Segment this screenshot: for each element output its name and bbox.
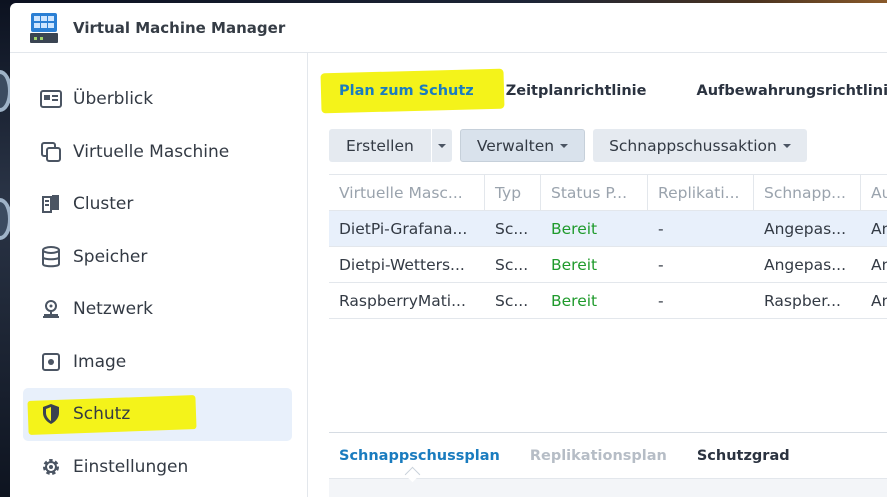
table-row[interactable]: Dietpi-Wetters... Sc... Bereit - Angepas… — [329, 247, 887, 283]
chevron-down-icon — [782, 143, 791, 148]
app-window: Virtual Machine Manager Überblick Virtue… — [10, 3, 887, 497]
virtual-machine-icon — [40, 141, 62, 163]
chevron-down-icon — [437, 143, 446, 148]
sidebar-item-einstellungen[interactable]: Einstellungen — [23, 441, 292, 494]
sidebar-item-virtuelle-maschine[interactable]: Virtuelle Maschine — [23, 126, 292, 179]
title-bar: Virtual Machine Manager — [10, 3, 887, 53]
tab-zeitplanrichtlinie[interactable]: Zeitplanrichtlinie — [496, 83, 657, 99]
table-cell: Raspber... — [764, 291, 841, 310]
tab-replikationsplan: Replikationsplan — [529, 447, 667, 464]
tab-plan-zum-schutz[interactable]: Plan zum Schutz — [320, 68, 505, 114]
table-header: Virtuelle Masc... Typ Status P... Replik… — [329, 174, 887, 211]
column-header[interactable]: Schnapp... — [754, 174, 861, 211]
sidebar-item-label: Image — [73, 351, 127, 372]
sidebar-item-label: Netzwerk — [73, 299, 153, 320]
sidebar-item-label: Cluster — [73, 194, 134, 215]
column-header[interactable]: Typ — [485, 174, 541, 211]
snapshot-action-button[interactable]: Schnappschussaktion — [593, 129, 807, 162]
table-row[interactable]: RaspberryMati... Sc... Bereit - Raspber.… — [329, 283, 887, 319]
table-row[interactable]: DietPi-Grafana... Sc... Bereit - Angepas… — [329, 211, 887, 247]
status-cell: Bereit — [551, 291, 598, 310]
cluster-icon — [40, 193, 62, 215]
sidebar-item-label: Überblick — [73, 89, 154, 110]
table-cell: An — [871, 291, 887, 310]
table-cell: - — [658, 255, 664, 274]
sidebar-item-image[interactable]: Image — [23, 336, 292, 389]
table-cell: Dietpi-Wetters... — [339, 255, 465, 274]
tab-bar: Plan zum Schutz Zeitplanrichtlinie Aufbe… — [320, 68, 887, 114]
storage-icon — [40, 245, 62, 268]
sidebar-item-ueberblick[interactable]: Überblick — [23, 73, 292, 126]
toolbar: Erstellen Verwalten Schnappschussaktion — [329, 129, 815, 162]
tab-schutzgrad[interactable]: Schutzgrad — [697, 448, 790, 464]
table-cell: DietPi-Grafana... — [339, 219, 468, 238]
status-cell: Bereit — [551, 255, 598, 274]
sidebar-item-cluster[interactable]: Cluster — [23, 178, 292, 231]
network-icon — [40, 298, 62, 320]
window-title: Virtual Machine Manager — [73, 18, 286, 37]
column-header[interactable]: Status P... — [541, 174, 648, 211]
column-header[interactable]: Virtuelle Masc... — [329, 174, 485, 211]
status-cell: Bereit — [551, 219, 598, 238]
detail-panel: Schnappschussplan Replikationsplan Schut… — [329, 432, 887, 497]
sidebar-item-label: Einstellungen — [73, 456, 189, 477]
sidebar-item-netzwerk[interactable]: Netzwerk — [23, 283, 292, 336]
table-cell: Sc... — [495, 255, 529, 274]
main-panel: Plan zum Schutz Zeitplanrichtlinie Aufbe… — [309, 53, 887, 497]
manage-button[interactable]: Verwalten — [459, 129, 586, 162]
sidebar-item-label: Schutz — [73, 404, 131, 425]
table-cell: Sc... — [495, 219, 529, 238]
gear-icon — [40, 456, 62, 478]
tab-aufbewahrungsrichtlinie[interactable]: Aufbewahrungsrichtlinie — [686, 83, 887, 99]
sidebar: Überblick Virtuelle Maschine Cluster Spe… — [10, 53, 308, 497]
sidebar-item-speicher[interactable]: Speicher — [23, 231, 292, 284]
table-cell: Sc... — [495, 291, 529, 310]
sidebar-item-label: Virtuelle Maschine — [73, 141, 230, 162]
overview-icon — [40, 88, 62, 110]
shield-icon — [40, 403, 62, 425]
sidebar-item-schutz[interactable]: Schutz — [23, 388, 292, 441]
table-cell: - — [658, 219, 664, 238]
chevron-down-icon — [560, 143, 569, 148]
column-header[interactable]: Au — [861, 175, 887, 211]
detail-tab-bar: Schnappschussplan Replikationsplan Schut… — [329, 433, 887, 479]
table-cell: RaspberryMati... — [339, 291, 466, 310]
table-cell: An — [871, 219, 887, 238]
create-button[interactable]: Erstellen — [329, 129, 432, 162]
sidebar-item-label: Speicher — [73, 246, 148, 267]
image-icon — [40, 351, 62, 373]
table-cell: Angepas... — [764, 255, 846, 274]
table-cell: Angepas... — [764, 219, 846, 238]
table-cell: An — [871, 255, 887, 274]
virtual-machine-manager-icon — [30, 12, 58, 43]
create-dropdown-button[interactable] — [432, 129, 452, 162]
protection-plan-table: Virtuelle Masc... Typ Status P... Replik… — [329, 174, 887, 319]
table-cell: - — [658, 291, 664, 310]
column-header[interactable]: Replikati... — [648, 174, 754, 211]
create-button-group: Erstellen — [329, 129, 452, 162]
tab-schnappschussplan[interactable]: Schnappschussplan — [339, 448, 500, 464]
desktop-left-edge — [0, 0, 12, 497]
